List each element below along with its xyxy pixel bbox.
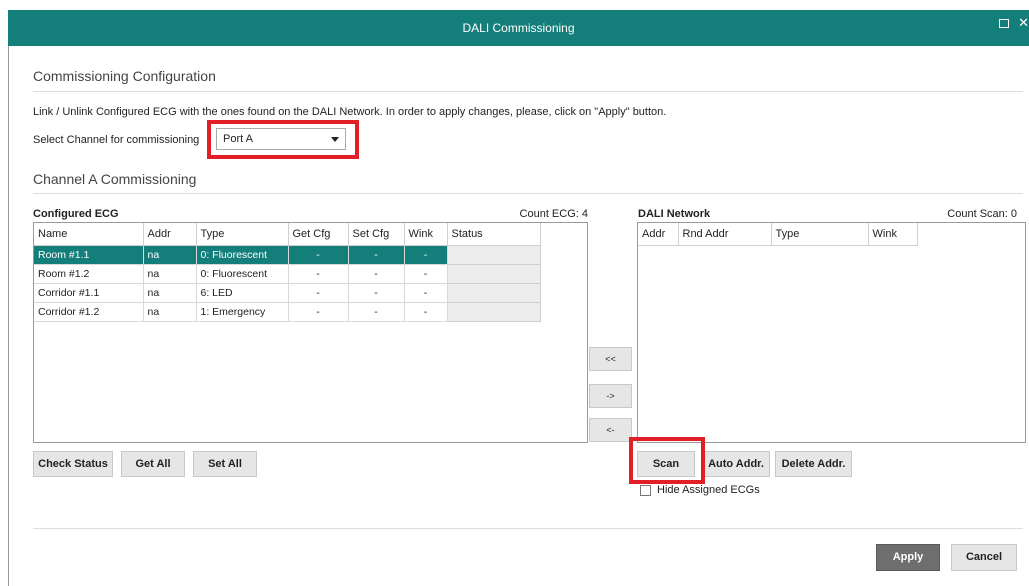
- get-all-button[interactable]: Get All: [121, 451, 185, 477]
- auto-addr-button[interactable]: Auto Addr.: [702, 451, 770, 477]
- cell-wink[interactable]: -: [404, 283, 448, 303]
- cell-wink[interactable]: -: [404, 245, 448, 265]
- config-heading: Commissioning Configuration: [33, 68, 216, 84]
- window-title: DALI Commissioning: [462, 21, 575, 35]
- col-header-addr[interactable]: Addr: [638, 223, 679, 246]
- unlink-all-button[interactable]: <<: [589, 347, 632, 371]
- table-row[interactable]: Room #1.1 na 0: Fluorescent - - -: [34, 244, 541, 265]
- cell-type: 0: Fluorescent: [196, 245, 289, 265]
- delete-addr-button[interactable]: Delete Addr.: [775, 451, 852, 477]
- col-header-rnd-addr[interactable]: Rnd Addr: [678, 223, 772, 246]
- col-header-name[interactable]: Name: [34, 223, 144, 246]
- count-scan: Count Scan: 0: [947, 208, 1017, 220]
- hide-assigned-label: Hide Assigned ECGs: [657, 484, 760, 496]
- window-border: [8, 46, 9, 586]
- divider: [33, 193, 1023, 194]
- cell-get-cfg[interactable]: -: [288, 302, 349, 322]
- highlight-box-scan: [629, 437, 705, 484]
- divider: [33, 91, 1023, 92]
- cell-set-cfg[interactable]: -: [348, 302, 405, 322]
- cell-name: Corridor #1.1: [34, 283, 144, 303]
- col-header-type[interactable]: Type: [771, 223, 869, 246]
- table-row[interactable]: Corridor #1.2 na 1: Emergency - - -: [34, 301, 541, 322]
- network-header-row: Addr Rnd Addr Type Wink: [638, 223, 918, 246]
- cell-addr: na: [143, 283, 197, 303]
- table-row[interactable]: Corridor #1.1 na 6: LED - - -: [34, 282, 541, 303]
- channel-heading: Channel A Commissioning: [33, 171, 197, 187]
- col-header-wink[interactable]: Wink: [868, 223, 918, 246]
- cell-status: [446, 282, 541, 303]
- cell-name: Corridor #1.2: [34, 302, 144, 322]
- channel-label: Select Channel for commissioning: [33, 134, 200, 146]
- dali-network-grid: Addr Rnd Addr Type Wink: [637, 222, 1026, 443]
- configured-header-row: Name Addr Type Get Cfg Set Cfg Wink Stat…: [34, 223, 541, 246]
- link-button[interactable]: ->: [589, 384, 632, 408]
- configured-ecg-label: Configured ECG: [33, 208, 119, 220]
- cell-status: [446, 301, 541, 322]
- cell-addr: na: [143, 302, 197, 322]
- cell-status: [446, 263, 541, 284]
- apply-button[interactable]: Apply: [876, 544, 940, 571]
- col-header-set-cfg[interactable]: Set Cfg: [348, 223, 405, 246]
- cell-type: 6: LED: [196, 283, 289, 303]
- count-ecg: Count ECG: 4: [519, 208, 588, 220]
- cell-set-cfg[interactable]: -: [348, 245, 405, 265]
- cancel-button[interactable]: Cancel: [951, 544, 1017, 571]
- cell-get-cfg[interactable]: -: [288, 283, 349, 303]
- cell-name: Room #1.2: [34, 264, 144, 284]
- col-header-get-cfg[interactable]: Get Cfg: [288, 223, 349, 246]
- cell-status: [446, 244, 541, 265]
- configured-ecg-grid: Name Addr Type Get Cfg Set Cfg Wink Stat…: [33, 222, 588, 443]
- cell-set-cfg[interactable]: -: [348, 264, 405, 284]
- config-description: Link / Unlink Configured ECG with the on…: [33, 106, 667, 118]
- cell-get-cfg[interactable]: -: [288, 245, 349, 265]
- table-row[interactable]: Room #1.2 na 0: Fluorescent - - -: [34, 263, 541, 284]
- divider: [33, 528, 1023, 529]
- check-status-button[interactable]: Check Status: [33, 451, 113, 477]
- cell-wink[interactable]: -: [404, 302, 448, 322]
- col-header-status[interactable]: Status: [447, 223, 541, 246]
- cell-name: Room #1.1: [34, 245, 144, 265]
- col-header-type[interactable]: Type: [196, 223, 289, 246]
- cell-type: 1: Emergency: [196, 302, 289, 322]
- cell-addr: na: [143, 245, 197, 265]
- set-all-button[interactable]: Set All: [193, 451, 257, 477]
- col-header-wink[interactable]: Wink: [404, 223, 448, 246]
- dali-network-label: DALI Network: [638, 208, 711, 220]
- cell-addr: na: [143, 264, 197, 284]
- title-bar: DALI Commissioning ✕: [8, 10, 1029, 46]
- cell-set-cfg[interactable]: -: [348, 283, 405, 303]
- cell-type: 0: Fluorescent: [196, 264, 289, 284]
- cell-wink[interactable]: -: [404, 264, 448, 284]
- maximize-icon[interactable]: [999, 19, 1009, 28]
- col-header-addr[interactable]: Addr: [143, 223, 197, 246]
- hide-assigned-checkbox[interactable]: [640, 485, 651, 496]
- unlink-button[interactable]: <-: [589, 418, 632, 442]
- close-icon[interactable]: ✕: [1018, 15, 1029, 31]
- cell-get-cfg[interactable]: -: [288, 264, 349, 284]
- highlight-box-channel: [207, 120, 359, 159]
